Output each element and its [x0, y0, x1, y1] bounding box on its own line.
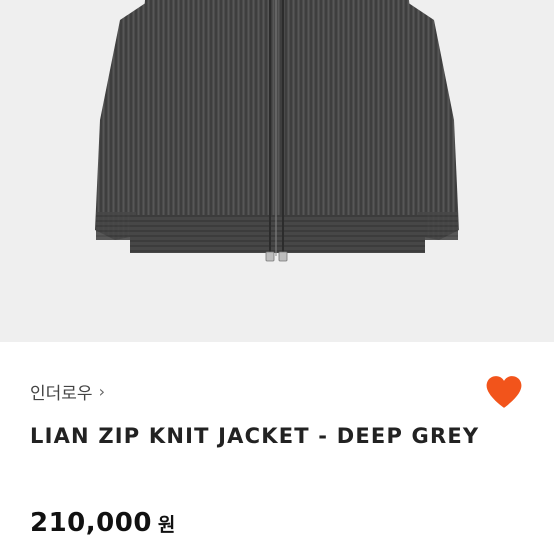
price-amount: 210,000: [30, 508, 152, 538]
product-photo[interactable]: [0, 0, 554, 342]
product-info: 인더로우 › LIAN ZIP KNIT JACKET - DEEP GREY …: [0, 342, 554, 554]
brand-link[interactable]: 인더로우 ›: [30, 379, 105, 404]
product-price: 210,000 원: [30, 508, 175, 538]
knit-jacket-image: [95, 0, 459, 262]
brand-name: 인더로우: [30, 384, 93, 404]
heart-icon[interactable]: [485, 374, 523, 410]
price-currency: 원: [157, 514, 176, 536]
product-title: LIAN ZIP KNIT JACKET - DEEP GREY: [30, 424, 480, 448]
chevron-right-icon: ›: [98, 382, 105, 401]
